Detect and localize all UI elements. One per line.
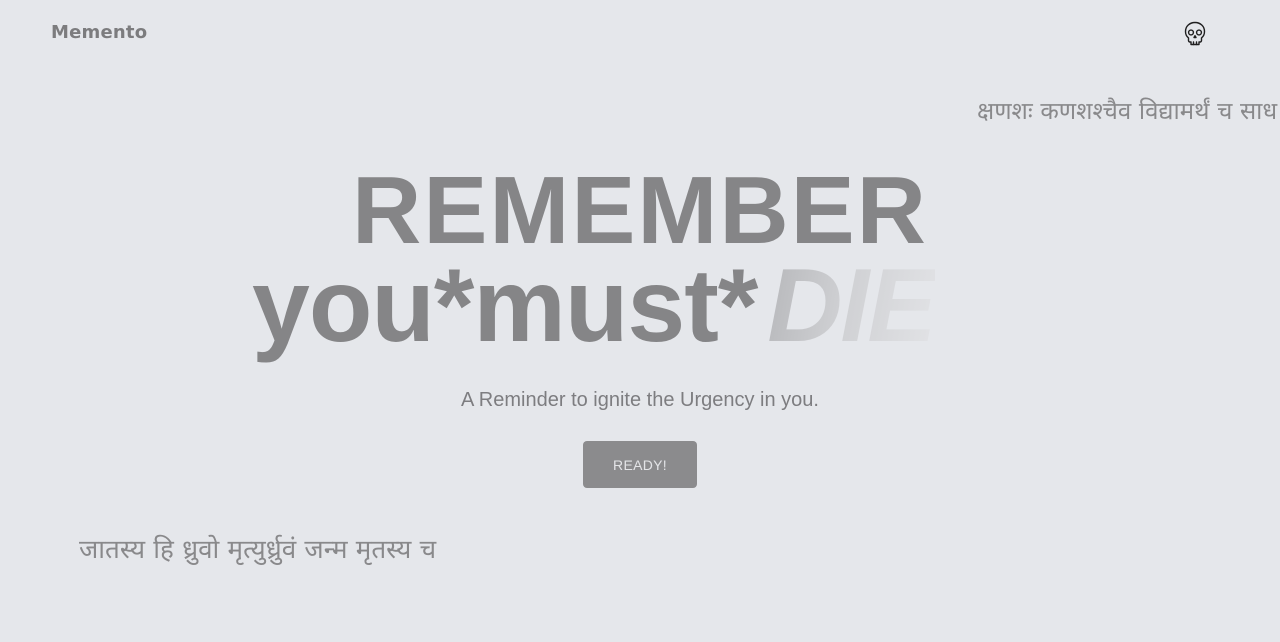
hero-title-die: DIE (767, 248, 936, 364)
hero-title-line2: you*must*DIE (252, 248, 937, 364)
ready-button[interactable]: READY! (583, 441, 697, 488)
skull-icon[interactable] (1183, 21, 1207, 47)
landing-page: Memento क्षणशः कणशश्चैव विद्यामर्थं च सा… (0, 0, 1280, 642)
hero-title-you-must: you*must* (252, 248, 758, 364)
sanskrit-verse-top: क्षणशः कणशश्चैव विद्यामर्थं च साध (977, 97, 1278, 125)
hero-title-remember: REMEMBER (351, 157, 928, 264)
hero-tagline: A Reminder to ignite the Urgency in you. (461, 389, 819, 411)
brand-logo[interactable]: Memento (51, 22, 147, 43)
sanskrit-verse-bottom: जातस्य हि ध्रुवो मृत्युर्ध्रुवं जन्म मृत… (79, 535, 437, 565)
